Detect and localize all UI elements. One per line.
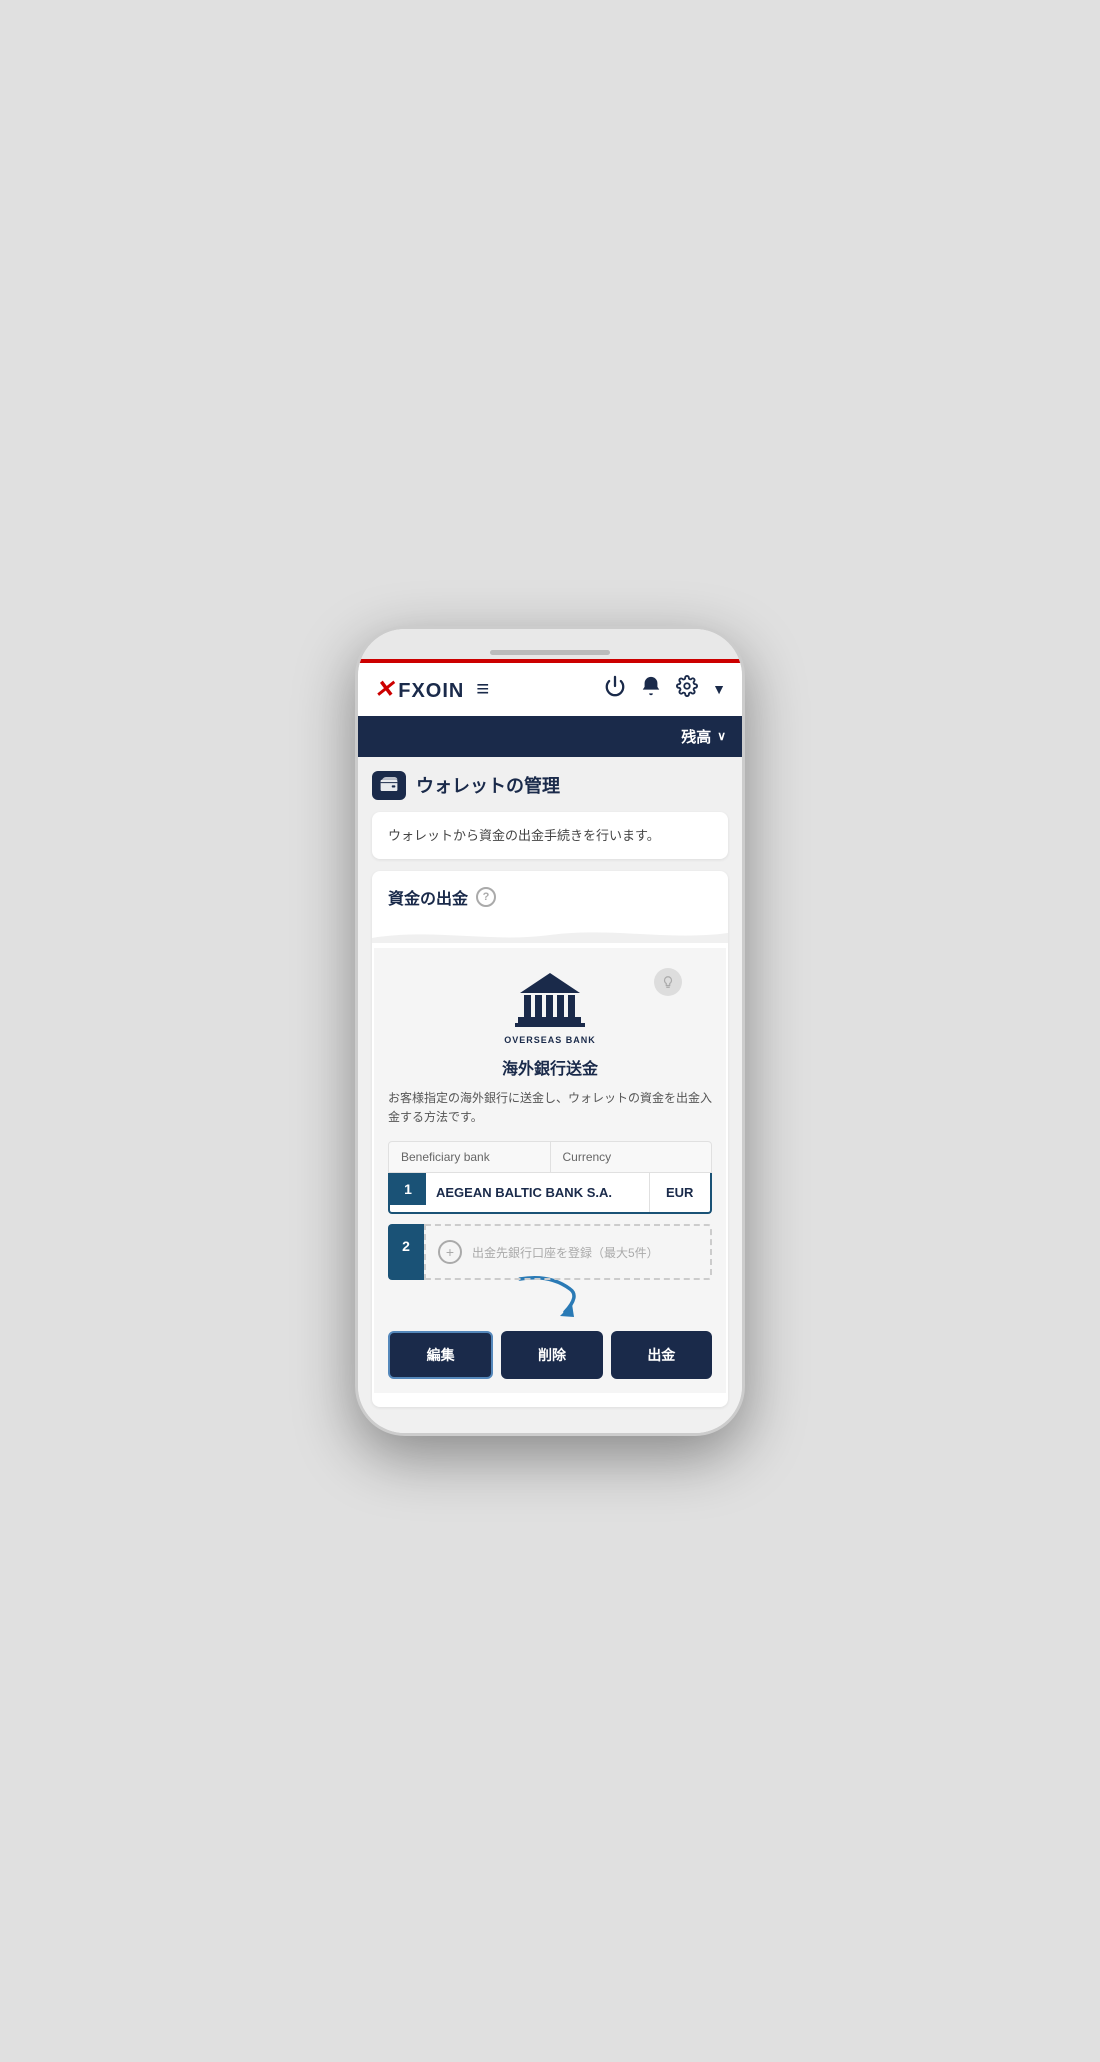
hamburger-menu-button[interactable]: ≡ bbox=[476, 676, 489, 702]
row-1-badge: 1 bbox=[390, 1173, 426, 1205]
logo-area: ✕ FXOIN ≡ bbox=[374, 675, 489, 704]
table-header: Beneficiary bank Currency bbox=[388, 1141, 712, 1173]
down-arrow-icon bbox=[510, 1274, 590, 1319]
bank-section-title: 海外銀行送金 bbox=[388, 1055, 712, 1079]
info-card: ウォレットから資金の出金手続きを行います。 bbox=[372, 812, 728, 860]
main-content: ウォレットの管理 ウォレットから資金の出金手続きを行います。 資金の出金 ? bbox=[358, 757, 742, 1434]
withdraw-button[interactable]: 出金 bbox=[611, 1331, 712, 1379]
help-icon[interactable]: ? bbox=[476, 887, 496, 907]
logo: ✕ FXOIN bbox=[374, 675, 464, 704]
arrow-indicator bbox=[388, 1274, 712, 1319]
balance-label: 残高 bbox=[681, 726, 711, 747]
phone-notch bbox=[358, 629, 742, 659]
lightbulb-icon[interactable] bbox=[654, 968, 682, 996]
bank-section-label: OVERSEAS BANK bbox=[504, 1035, 596, 1045]
header-icons: ▼ bbox=[604, 675, 726, 703]
edit-button[interactable]: 編集 bbox=[388, 1331, 493, 1379]
delete-button[interactable]: 削除 bbox=[501, 1331, 602, 1379]
page-title-row: ウォレットの管理 bbox=[372, 771, 728, 800]
chevron-down-icon[interactable]: ▼ bbox=[712, 681, 726, 697]
section-card: 資金の出金 ? bbox=[372, 871, 728, 1407]
info-text: ウォレットから資金の出金手続きを行います。 bbox=[388, 828, 660, 843]
bell-icon[interactable] bbox=[640, 675, 662, 703]
gear-icon[interactable] bbox=[676, 675, 698, 703]
bank-name-1: AEGEAN BALTIC BANK S.A. bbox=[426, 1173, 650, 1212]
app-header: ✕ FXOIN ≡ ▼ bbox=[358, 663, 742, 716]
page-title: ウォレットの管理 bbox=[416, 772, 560, 798]
balance-bar[interactable]: 残高 ∨ bbox=[358, 716, 742, 757]
add-bank-button[interactable]: + 出金先銀行口座を登録（最大5件） bbox=[424, 1224, 712, 1280]
currency-header: Currency bbox=[551, 1142, 712, 1172]
row-2-badge: 2 bbox=[388, 1224, 424, 1280]
section-title: 資金の出金 bbox=[388, 885, 468, 909]
currency-1: EUR bbox=[650, 1173, 710, 1212]
phone-frame: ✕ FXOIN ≡ ▼ bbox=[355, 626, 745, 1437]
notch-bar bbox=[490, 650, 610, 655]
bank-row-1[interactable]: 1 AEGEAN BALTIC BANK S.A. EUR bbox=[388, 1173, 712, 1214]
power-icon[interactable] bbox=[604, 675, 626, 703]
overseas-bank-icon-area: OVERSEAS BANK bbox=[388, 968, 712, 1045]
bank-selection-area: OVERSEAS BANK 海外銀行送金 お客様指定の海外銀行に送金し、ウォレッ… bbox=[374, 948, 726, 1393]
add-circle-icon: + bbox=[438, 1240, 462, 1264]
add-bank-text: 出金先銀行口座を登録（最大5件） bbox=[472, 1244, 659, 1261]
bank-building-icon bbox=[510, 968, 590, 1033]
wallet-icon bbox=[372, 771, 406, 800]
bank-row-2-container: 2 + 出金先銀行口座を登録（最大5件） bbox=[388, 1224, 712, 1280]
beneficiary-bank-header: Beneficiary bank bbox=[389, 1142, 551, 1172]
balance-chevron-icon: ∨ bbox=[717, 729, 726, 743]
action-buttons: 編集 削除 出金 bbox=[388, 1331, 712, 1379]
bank-description: お客様指定の海外銀行に送金し、ウォレットの資金を出金入金する方法です。 bbox=[388, 1089, 712, 1127]
wave-divider bbox=[372, 923, 728, 943]
section-title-row: 資金の出金 ? bbox=[388, 885, 712, 909]
